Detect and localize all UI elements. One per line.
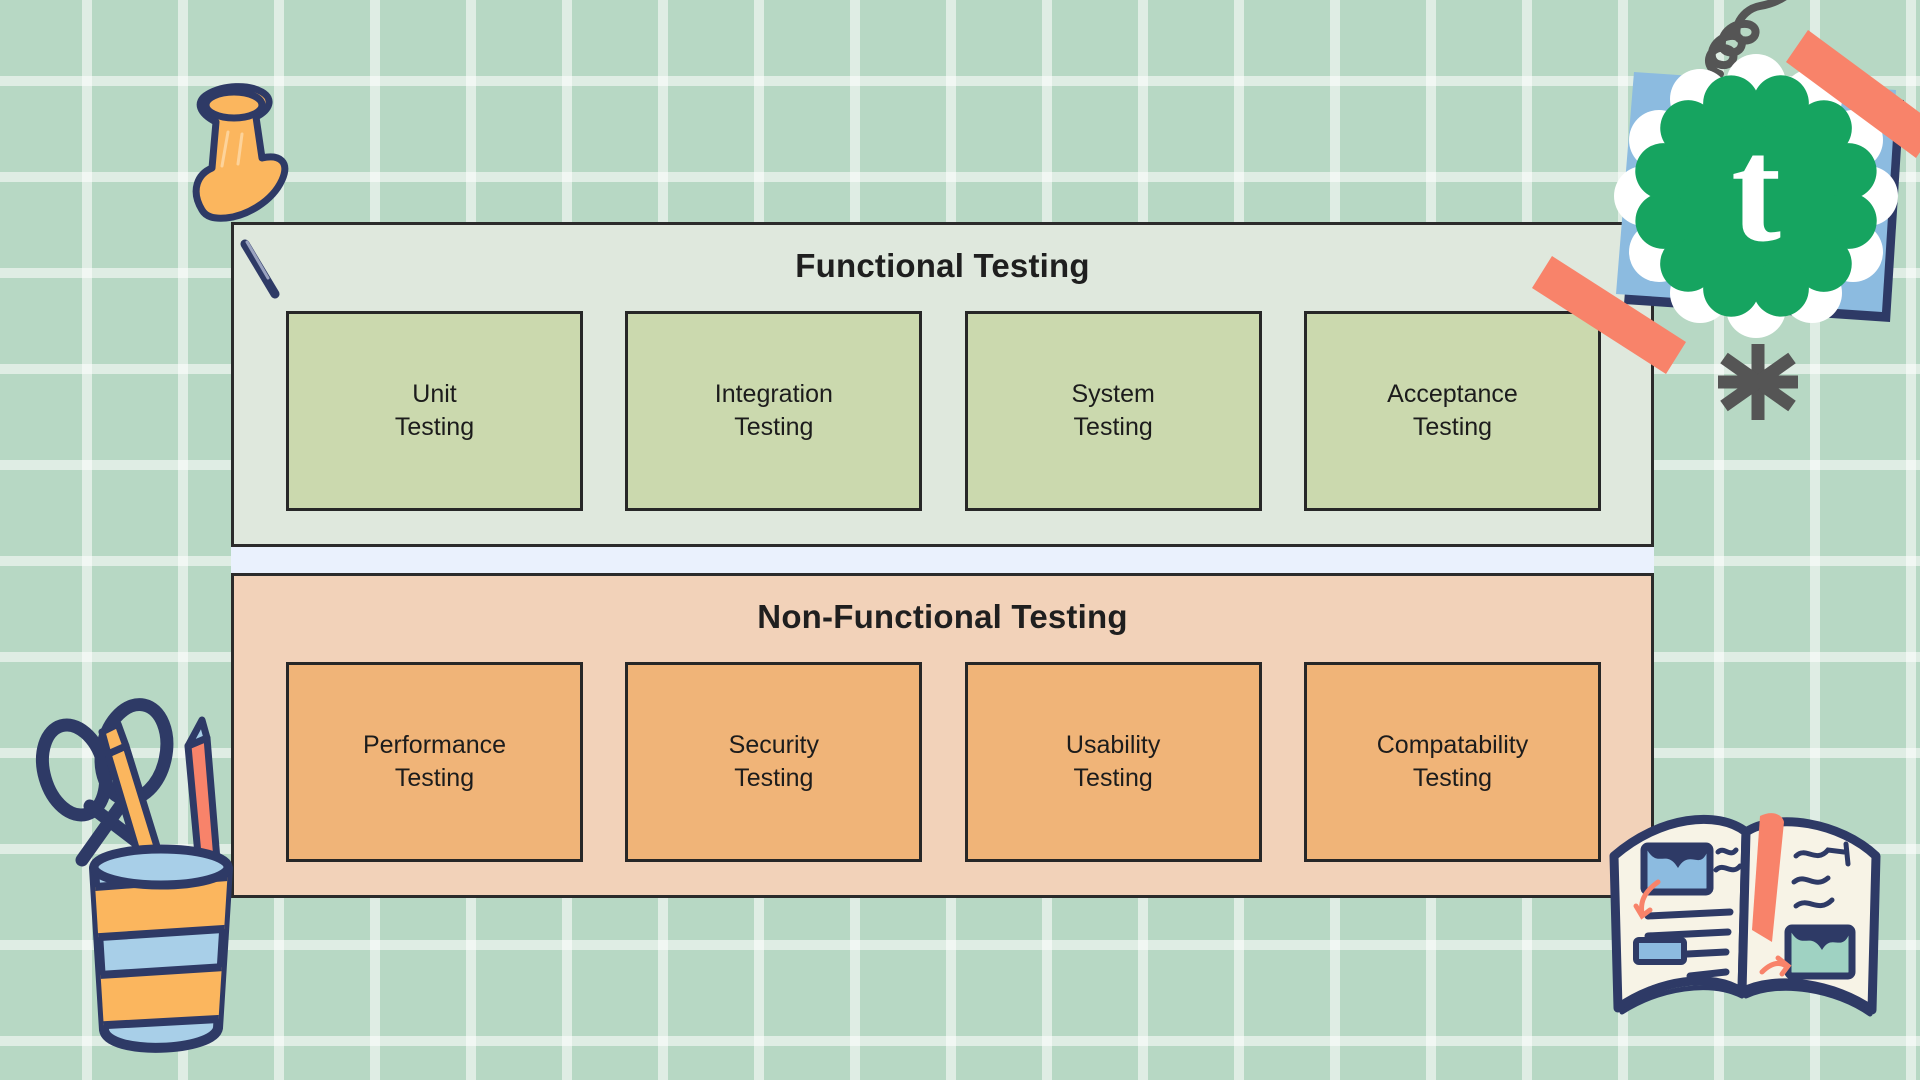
pencil-cup-icon — [22, 680, 292, 1070]
card-system-testing[interactable]: System Testing — [964, 311, 1262, 511]
card-usability-testing[interactable]: Usability Testing — [964, 662, 1262, 862]
card-label-line2: Testing — [394, 764, 475, 792]
card-label-line1: Acceptance — [1387, 380, 1518, 408]
panel-title-functional: Functional Testing — [795, 247, 1090, 284]
card-label-line2: Testing — [734, 413, 814, 441]
card-label-line2: Testing — [734, 764, 814, 792]
card-label-line1: Unit — [412, 380, 457, 408]
panel-title-non-functional: Non-Functional Testing — [757, 598, 1128, 635]
card-label-line1: Integration — [714, 380, 833, 408]
card-label-line1: System — [1071, 380, 1155, 408]
panel-functional-testing: Functional Testing Unit Testing Integrat… — [231, 222, 1654, 547]
card-performance-testing[interactable]: Performance Testing — [286, 662, 583, 862]
push-pin-icon — [150, 62, 320, 302]
card-acceptance-testing[interactable]: Acceptance Testing — [1303, 311, 1601, 511]
card-compatability-testing[interactable]: Compatability Testing — [1303, 662, 1601, 862]
card-integration-testing[interactable]: Integration Testing — [625, 311, 923, 511]
panel-separator — [231, 547, 1654, 573]
sticky-note-badge: t — [1532, 0, 1920, 374]
card-label-line2: Testing — [1412, 764, 1493, 792]
card-label-line1: Performance — [362, 731, 507, 759]
card-label-line2: Testing — [1073, 764, 1153, 792]
diagram-canvas: Functional Testing Unit Testing Integrat… — [0, 0, 1920, 1080]
card-label-line1: Usability — [1065, 731, 1161, 759]
card-security-testing[interactable]: Security Testing — [625, 662, 923, 862]
badge-letter: t — [1731, 107, 1781, 273]
open-book-icon — [1600, 790, 1890, 1040]
card-label-line2: Testing — [394, 413, 475, 441]
panel-non-functional-testing: Non-Functional Testing Performance Testi… — [231, 573, 1654, 898]
card-label-line1: Security — [728, 731, 819, 759]
card-label-line1: Compatability — [1376, 731, 1529, 759]
card-row-functional: Unit Testing Integration Testing System … — [286, 311, 1601, 511]
asterisk-icon — [1698, 330, 1818, 434]
card-row-non-functional: Performance Testing Security Testing Usa… — [286, 662, 1601, 862]
card-unit-testing[interactable]: Unit Testing — [286, 311, 583, 511]
card-label-line2: Testing — [1412, 413, 1493, 441]
card-label-line2: Testing — [1073, 413, 1153, 441]
